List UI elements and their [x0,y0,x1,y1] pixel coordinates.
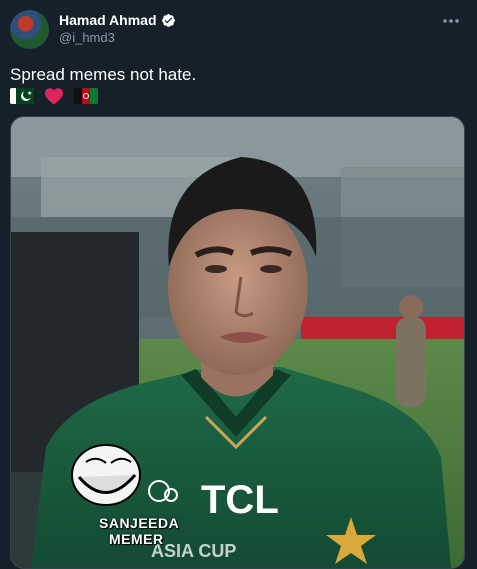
tweet: Hamad Ahmad @i_hmd3 Spread memes not hat… [0,0,477,569]
emoji-row: ★ [10,86,98,106]
watermark-line-1: SANJEEDA [99,515,180,531]
flag-afghanistan-icon [74,88,98,104]
handle[interactable]: @i_hmd3 [59,30,115,45]
author-name-row: Hamad Ahmad [59,12,176,28]
tweet-media-video[interactable]: TCL ASIA CUP SANJEEDA MEMER [10,116,465,569]
verified-badge-icon [161,13,175,27]
watermark-line-2: MEMER [109,531,164,547]
jersey-sponsor: TCL [201,478,279,522]
tweet-text: Spread memes not hate. [10,65,197,84]
more-icon[interactable] [439,12,463,30]
video-frame: TCL ASIA CUP [11,117,464,568]
display-name[interactable]: Hamad Ahmad [59,12,157,28]
flag-pakistan-icon: ★ [10,88,34,104]
trollface-icon [71,444,141,506]
avatar[interactable] [10,10,49,49]
red-heart-icon [45,88,63,105]
